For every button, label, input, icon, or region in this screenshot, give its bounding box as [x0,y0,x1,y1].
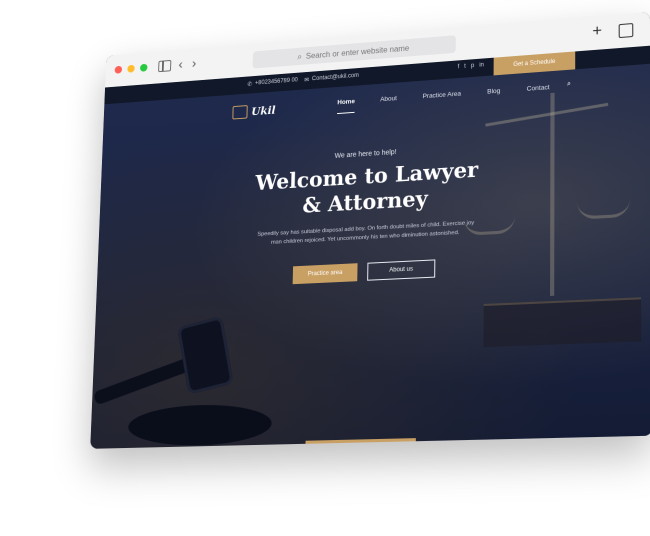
book-image [483,297,642,348]
search-icon: ⌕ [297,50,303,61]
browser-window: ‹› ⌕ Search or enter website name + ✆ +8… [90,11,650,449]
mockup-scene: ‹› ⌕ Search or enter website name + ✆ +8… [0,0,650,536]
window-controls [114,63,148,74]
history-nav: ‹› [178,54,206,71]
minimize-window-button[interactable] [127,64,135,73]
browser-actions: + [592,20,634,42]
logo-mark-icon [232,105,248,120]
main-menu: Home About Practice Area Blog Contact [337,84,549,106]
nav-item-about[interactable]: About [380,95,397,103]
hero-description: Speedily say has suitable disposal add b… [257,220,475,246]
nav-item-blog[interactable]: Blog [487,88,500,96]
logo-text: Ukil [251,103,276,118]
about-us-button[interactable]: About us [367,259,436,281]
topbar-email[interactable]: ✉ Contact@ukil.com [304,73,359,84]
nav-item-contact[interactable]: Contact [527,84,550,93]
website-viewport: ✆ +8023456789 00 ✉ Contact@ukil.com f t … [90,45,650,449]
tabs-overview-icon[interactable] [618,23,634,39]
nav-item-practice-area[interactable]: Practice Area [422,91,461,101]
social-links: f t p in [458,62,484,70]
sidebar-toggle-icon[interactable] [158,59,172,73]
twitter-icon[interactable]: t [464,64,466,70]
forward-arrow-icon[interactable]: › [192,54,206,70]
site-logo[interactable]: Ukil [232,103,276,120]
close-window-button[interactable] [114,65,123,74]
back-arrow-icon[interactable]: ‹ [178,55,192,71]
new-tab-icon[interactable]: + [592,23,602,42]
pinterest-icon[interactable]: p [471,63,474,69]
phone-number: +8023456789 00 [254,77,298,87]
facebook-icon[interactable]: f [458,64,460,70]
phone-icon: ✆ [247,81,253,88]
practice-area-button[interactable]: Practice area [292,263,358,285]
search-icon[interactable]: ⌕ [567,81,571,89]
address-bar-placeholder: Search or enter website name [305,43,410,61]
maximize-window-button[interactable] [139,63,148,72]
mail-icon: ✉ [304,77,310,84]
email-address: Contact@ukil.com [311,72,360,83]
topbar-phone[interactable]: ✆ +8023456789 00 [247,77,298,87]
linkedin-icon[interactable]: in [479,62,484,68]
nav-item-home[interactable]: Home [337,98,355,106]
